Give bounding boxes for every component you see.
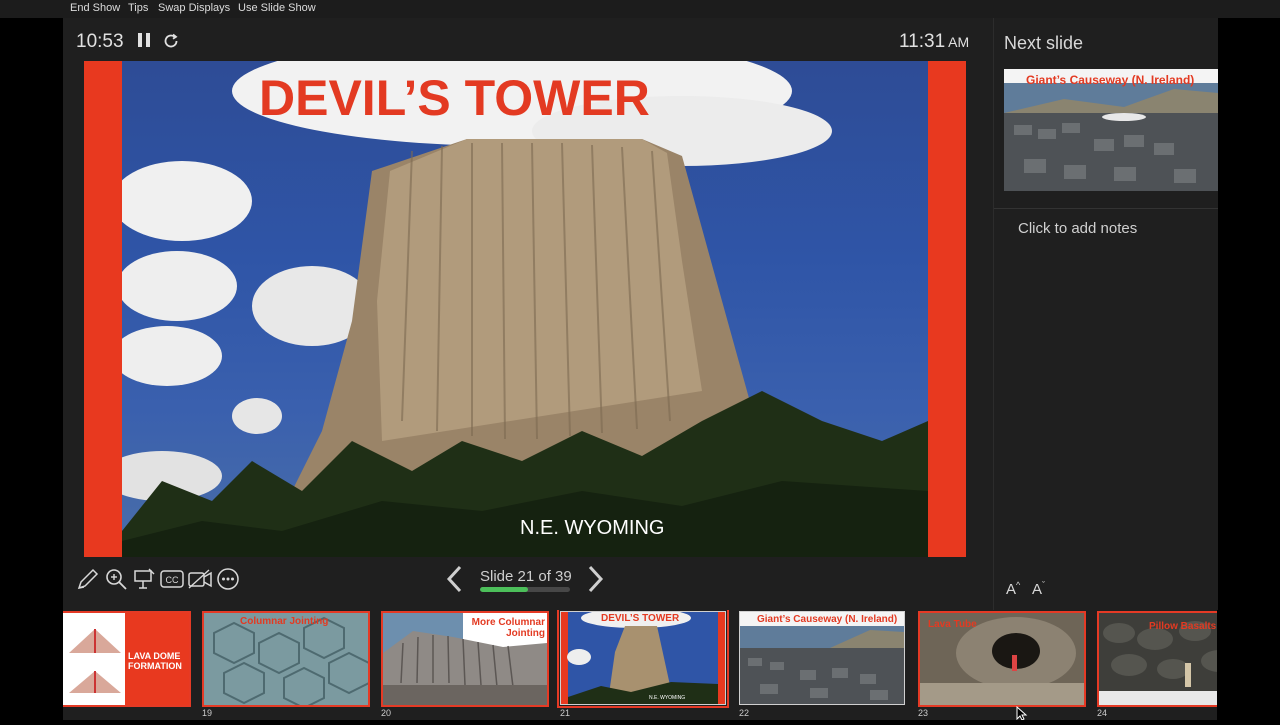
use-slide-show-menu[interactable]: Use Slide Show [238, 2, 316, 14]
increase-font-label: A [1006, 581, 1017, 598]
next-slide-preview[interactable]: Giant’s Causeway (N. Ireland) [1004, 69, 1218, 191]
zoom-icon[interactable] [103, 566, 129, 592]
thumbnail-caption: N.E. WYOMING [649, 695, 686, 701]
decrease-font-label: A [1032, 581, 1043, 598]
reset-timer-icon[interactable] [162, 32, 180, 55]
tips-menu[interactable]: Tips [128, 2, 148, 14]
current-slide-pane: 10:53 11:31 AM DEVIL’S TOWER N.E. WYOMIN… [63, 18, 993, 610]
thumbnail-title: LAVA DOME FORMATION [128, 651, 182, 671]
presenter-view: 10:53 11:31 AM DEVIL’S TOWER N.E. WYOMIN… [63, 18, 1218, 610]
thumbnail-19[interactable]: Columnar Jointing [202, 611, 370, 707]
thumbnail-number: 20 [381, 708, 392, 718]
see-all-slides-icon[interactable] [131, 566, 157, 592]
slide-title: DEVIL’S TOWER [259, 70, 650, 126]
next-slide-pane: Next slide Giant’s Causeway (N. Ireland)… [993, 18, 1218, 610]
slide-filmstrip: LAVA DOME FORMATION Columnar Jointing 19 [63, 610, 1217, 720]
thumbnail-number: 22 [739, 708, 750, 718]
thumbnail-number: 23 [918, 708, 929, 718]
subtitles-icon[interactable]: CC [159, 566, 185, 592]
pause-icon[interactable] [137, 32, 151, 53]
thumbnail-title: Pillow Basalts [1149, 621, 1217, 632]
increase-font-button[interactable]: A^ [1006, 580, 1020, 598]
camera-icon[interactable] [187, 566, 213, 592]
thumbnail-21[interactable]: DEVIL’S TOWER N.E. WYOMING [557, 610, 729, 708]
slide-progress-bar [480, 587, 570, 592]
thumbnail-18[interactable]: LAVA DOME FORMATION [63, 611, 191, 707]
menu-bar: End Show Tips Swap Displays Use Slide Sh… [0, 0, 1280, 18]
swap-displays-menu[interactable]: Swap Displays [158, 2, 230, 14]
thumbnail-number: 21 [560, 708, 571, 718]
end-show-menu[interactable]: End Show [70, 2, 120, 14]
thumbnail-20[interactable]: More Columnar Jointing [381, 611, 549, 707]
slide-caption: N.E. WYOMING [520, 517, 665, 539]
svg-text:CC: CC [166, 575, 179, 585]
thumbnail-24[interactable]: Pillow Basalts [1097, 611, 1217, 707]
notes-placeholder[interactable]: Click to add notes [1018, 220, 1137, 237]
devils-tower-photo [122, 61, 928, 557]
next-slide-title: Giant’s Causeway (N. Ireland) [1026, 73, 1195, 87]
next-slide-button[interactable] [585, 564, 605, 594]
elapsed-timer: 10:53 [76, 31, 124, 52]
mouse-cursor-icon [1016, 705, 1028, 725]
clock-ampm: AM [948, 34, 970, 50]
thumbnail-number: 19 [202, 708, 213, 718]
decrease-font-button[interactable]: Aˇ [1032, 580, 1045, 598]
thumbnail-23[interactable]: Lava Tube [918, 611, 1086, 707]
current-slide[interactable]: DEVIL’S TOWER N.E. WYOMING [84, 61, 966, 557]
thumbnail-title: DEVIL’S TOWER [601, 613, 680, 624]
thumbnail-title: More Columnar Jointing [471, 617, 545, 639]
slide-progress-fill [480, 587, 529, 592]
thumbnail-number: 24 [1097, 708, 1108, 718]
next-slide-label: Next slide [1004, 33, 1084, 53]
slide-counter: Slide 21 of 39 [480, 568, 572, 585]
previous-slide-button[interactable] [445, 564, 465, 594]
thumbnail-title: Columnar Jointing [240, 616, 329, 627]
clock-time: 11:31 [899, 31, 946, 52]
pen-tool-icon[interactable] [75, 566, 101, 592]
more-options-icon[interactable] [215, 566, 241, 592]
notes-divider [994, 208, 1218, 209]
clock: 11:31 AM [899, 31, 969, 53]
thumbnail-title: Lava Tube [928, 619, 977, 630]
thumbnail-22[interactable]: Giant’s Causeway (N. Ireland) [739, 611, 905, 705]
thumbnail-title: Giant’s Causeway (N. Ireland) [757, 614, 898, 625]
